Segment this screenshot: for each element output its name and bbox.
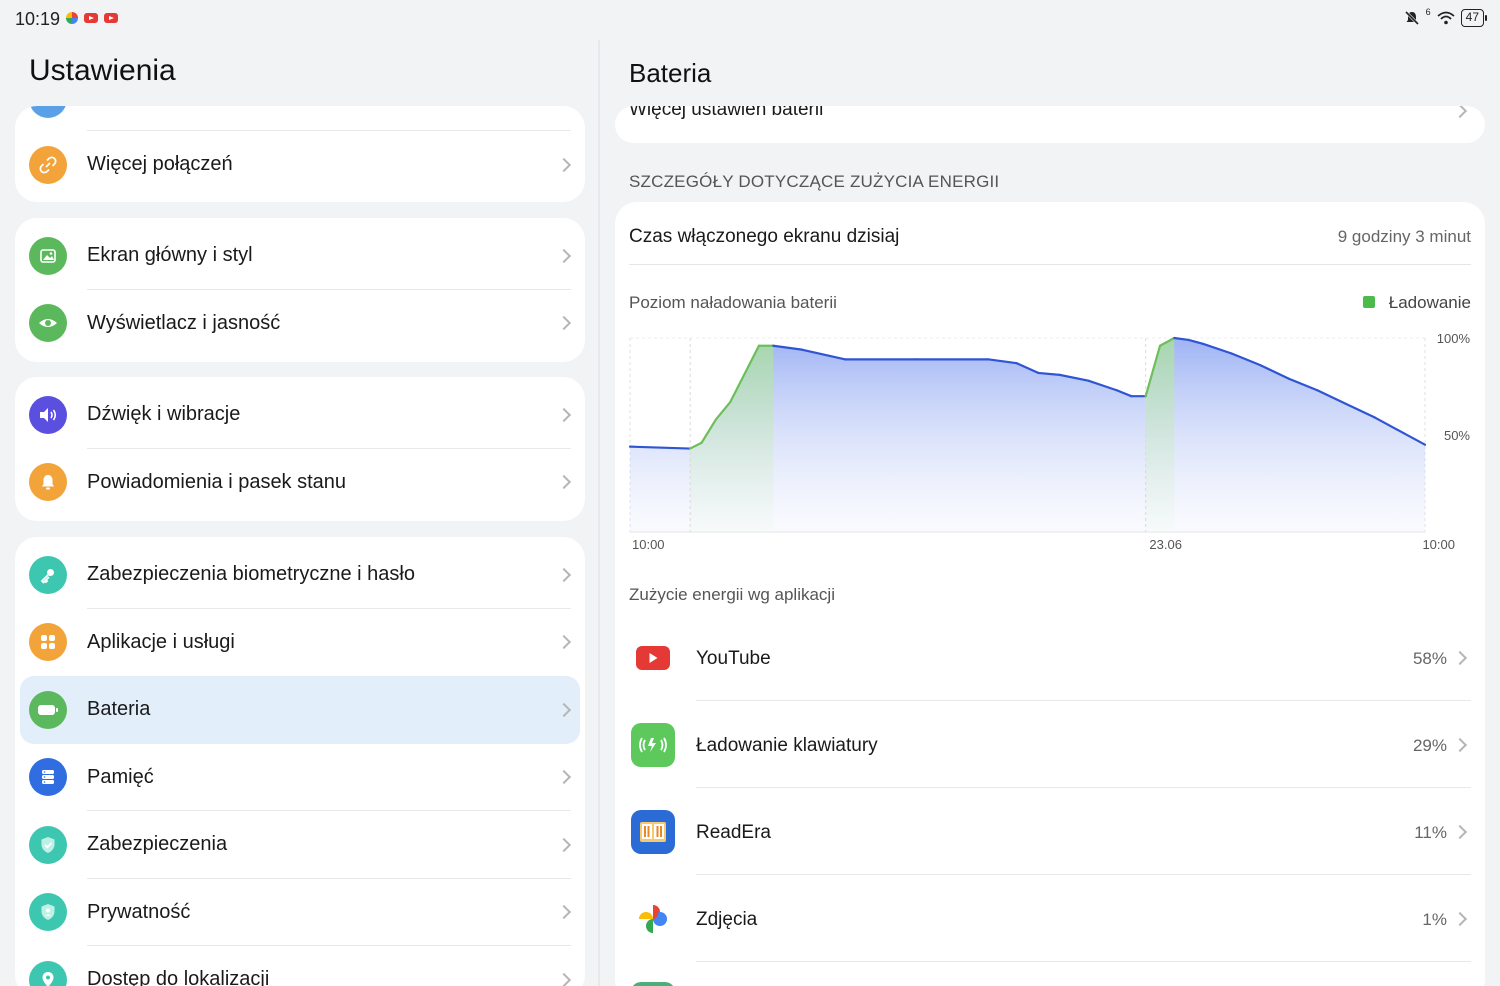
more-battery-settings-card[interactable]: Więcej ustawień baterii: [615, 106, 1485, 143]
page-title: Ustawienia: [29, 54, 176, 87]
image-icon: [29, 236, 67, 275]
book-icon: [631, 810, 675, 854]
energy-details-card: Czas włączonego ekranu dzisiaj 9 godziny…: [615, 202, 1485, 986]
photos-pinwheel-icon: [66, 12, 78, 24]
app-row-readera[interactable]: ReadEra 11%: [615, 788, 1485, 875]
chevron-right-icon: [556, 770, 572, 785]
youtube-icon: [631, 636, 675, 680]
battery-indicator: 47: [1460, 9, 1488, 27]
sidebar-item-apps-services[interactable]: Aplikacje i usługi: [15, 609, 585, 677]
section-header: SZCZEGÓŁY DOTYCZĄCE ZUŻYCIA ENERGII: [629, 172, 1000, 191]
sidebar-item-biometrics[interactable]: Zabezpieczenia biometryczne i hasło: [15, 541, 585, 609]
chevron-right-icon: [1452, 824, 1468, 840]
charging-area-0: [690, 345, 774, 532]
sidebar-item-security[interactable]: Zabezpieczenia: [15, 811, 585, 879]
x-tick-label-2: 10:00: [1422, 537, 1455, 552]
sidebar-item-sound-vibration[interactable]: Dźwięk i wibracje: [15, 381, 585, 449]
sidebar-item-storage[interactable]: Pamięć: [15, 744, 585, 811]
chevron-right-icon: [1452, 106, 1468, 119]
app-row-photos[interactable]: Zdjęcia 1%: [615, 875, 1485, 962]
chevron-right-icon: [1452, 737, 1468, 753]
speaker-icon: [29, 395, 67, 434]
chevron-right-icon: [1452, 911, 1468, 927]
link-icon: [29, 145, 67, 184]
app-row-keyboard-charging[interactable]: Ładowanie klawiatury 29%: [615, 701, 1485, 788]
charging-area-1: [1145, 338, 1175, 532]
eye-icon: [29, 304, 67, 343]
settings-card-system: Zabezpieczenia biometryczne i hasło Apli…: [15, 537, 585, 986]
apps-grid-icon: [29, 623, 67, 662]
chart-title: Poziom naładowania baterii: [629, 293, 837, 312]
screen-time-value: 9 godziny 3 minut: [1337, 227, 1471, 246]
chevron-right-icon: [1452, 650, 1468, 666]
chevron-right-icon: [556, 837, 572, 852]
app-row-youtube[interactable]: YouTube 58%: [615, 614, 1485, 701]
partial-item-icon: [29, 106, 67, 118]
detail-title: Bateria: [629, 58, 712, 88]
battery-icon: [29, 690, 67, 729]
chevron-right-icon: [556, 635, 572, 650]
sidebar-item-home-screen[interactable]: Ekran główny i styl: [15, 222, 585, 290]
battery-level-chart: 100% 50% 10:00 23.06 10:00: [628, 331, 1471, 552]
privacy-shield-icon: [29, 893, 67, 932]
settings-card-connections: Więcej połączeń: [15, 106, 585, 202]
chevron-right-icon: [556, 248, 572, 263]
partial-app-icon: [631, 982, 675, 986]
status-bar: 10:19 6 47: [0, 0, 1500, 40]
y-tick-label-0: 100%: [1437, 331, 1471, 346]
youtube-notification-icon: [104, 13, 118, 23]
pane-divider: [598, 40, 600, 986]
app-usage-title: Zużycie energii wg aplikacji: [629, 585, 835, 604]
shield-check-icon: [29, 825, 67, 864]
wireless-charging-icon: [631, 723, 675, 767]
wifi-icon: [1437, 11, 1455, 25]
sidebar-item-more-connections[interactable]: Więcej połączeń: [15, 131, 585, 199]
bell-icon: [29, 463, 67, 502]
sidebar-item-privacy[interactable]: Prywatność: [15, 879, 585, 946]
settings-card-sound: Dźwięk i wibracje Powiadomienia i pasek …: [15, 377, 585, 521]
chevron-right-icon: [556, 157, 572, 172]
x-tick-label-0: 10:00: [632, 537, 665, 552]
signal-superscript: 6: [1425, 7, 1431, 17]
chevron-right-icon: [556, 972, 572, 986]
status-time: 10:19: [15, 9, 61, 29]
chevron-right-icon: [556, 702, 572, 717]
y-tick-label-1: 50%: [1444, 428, 1470, 443]
key-icon: [29, 555, 67, 594]
storage-icon: [29, 758, 67, 797]
sidebar-item-location[interactable]: Dostęp do lokalizacji: [15, 946, 585, 986]
legend-swatch-charging: [1363, 296, 1375, 308]
chevron-right-icon: [556, 567, 572, 582]
chevron-right-icon: [556, 316, 572, 331]
chevron-right-icon: [556, 407, 572, 422]
sidebar-item-notifications[interactable]: Powiadomienia i pasek stanu: [15, 449, 585, 517]
sidebar-item-display-brightness[interactable]: Wyświetlacz i jasność: [15, 290, 585, 358]
chevron-right-icon: [556, 475, 572, 490]
screen-time-label: Czas włączonego ekranu dzisiaj: [629, 226, 900, 247]
legend-label-charging: Ładowanie: [1388, 293, 1471, 312]
bell-muted-icon: [1404, 10, 1419, 26]
sidebar-item-battery[interactable]: Bateria: [20, 676, 580, 744]
youtube-notification-icon: [84, 13, 98, 23]
x-tick-label-1: 23.06: [1149, 537, 1182, 552]
settings-card-display: Ekran główny i styl Wyświetlacz i jasnoś…: [15, 218, 585, 362]
chevron-right-icon: [556, 905, 572, 920]
more-battery-settings-link: Więcej ustawień baterii: [629, 106, 824, 120]
pinwheel-icon: [631, 897, 675, 941]
location-pin-icon: [29, 960, 67, 986]
